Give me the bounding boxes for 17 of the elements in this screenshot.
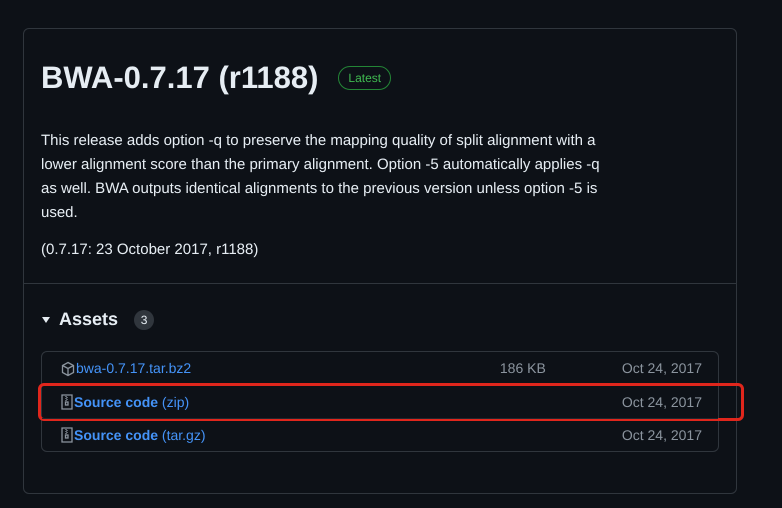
asset-date: Oct 24, 2017 (622, 392, 702, 412)
asset-link[interactable]: Source code (zip) (74, 392, 190, 412)
zip-file-icon (60, 427, 74, 443)
latest-label: Latest (338, 66, 392, 90)
package-icon (60, 360, 76, 376)
asset-date: Oct 24, 2017 (622, 359, 702, 378)
release-date-note: (0.7.17: 23 October 2017, r1188) (41, 240, 260, 260)
asset-link[interactable]: Source code (tar.gz) (74, 424, 206, 446)
asset-count: 3 (134, 310, 154, 330)
asset-date: Oct 24, 2017 (622, 426, 702, 444)
asset-size: 186 KB (500, 359, 546, 378)
release-description: This release adds option -q to preserve the mapping quality of split alignment with a lower alignment score than the primary alignment. Option -5 automatically applies -q as well. BWA outputs identical alignments to the previous version unless option -5 is used. (41, 130, 601, 222)
zip-file-icon (60, 394, 74, 410)
asset-link[interactable]: bwa-0.7.17.tar.bz2 (76, 358, 192, 379)
release-title: BWA-0.7.17 (r1188) (41, 59, 318, 97)
caret-icon[interactable] (41, 314, 51, 324)
assets-heading[interactable]: Assets (59, 306, 118, 333)
